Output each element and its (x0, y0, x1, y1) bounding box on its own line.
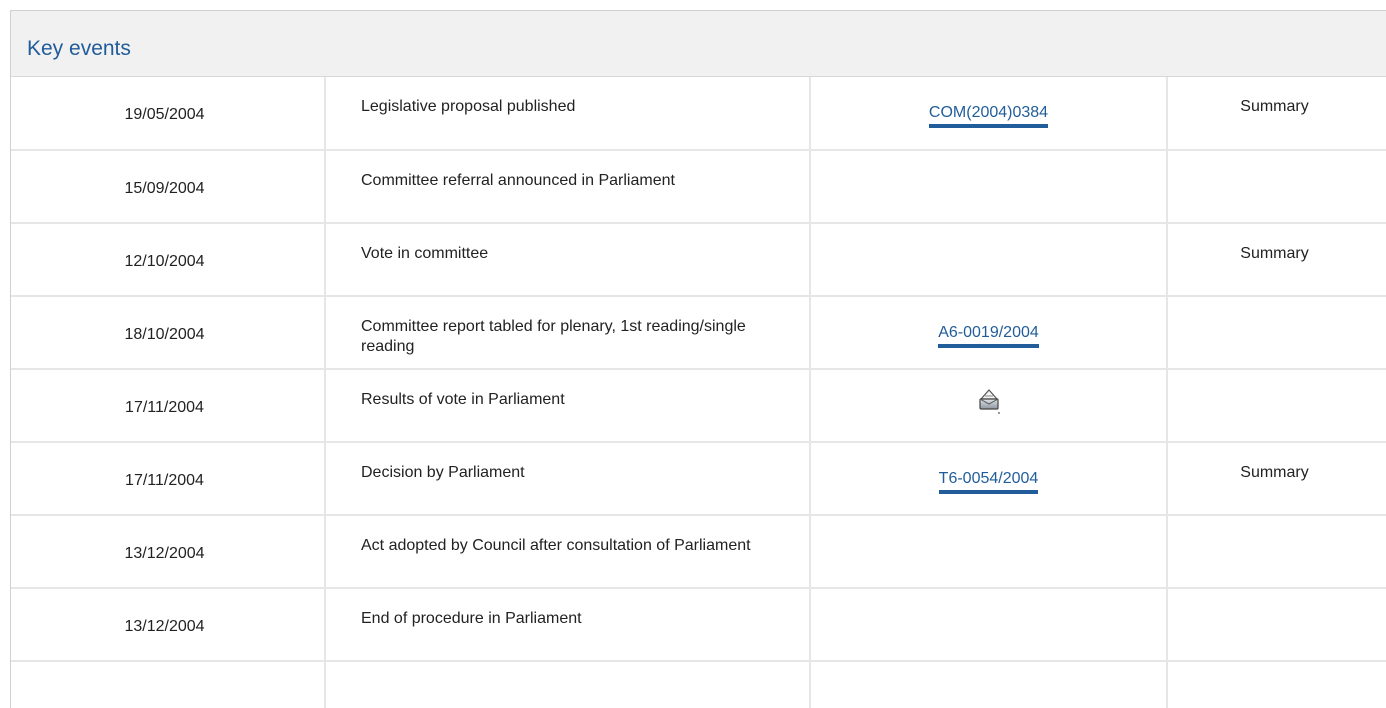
date-cell: 12/10/2004 (11, 223, 326, 297)
document-cell (810, 661, 1168, 708)
summary-cell: Summary (1167, 442, 1386, 516)
key-events-table: 19/05/2004 Legislative proposal publishe… (11, 77, 1386, 708)
event-description: Committee report tabled for plenary, 1st… (361, 318, 746, 355)
event-cell: Committee report tabled for plenary, 1st… (325, 296, 811, 370)
document-link[interactable]: T6-0054/2004 (938, 470, 1039, 494)
summary-cell (1167, 296, 1386, 370)
document-link[interactable]: COM(2004)0384 (928, 104, 1049, 128)
event-cell: Act adopted by Council after consultatio… (325, 515, 811, 589)
date-cell: 15/09/2004 (11, 150, 326, 224)
summary-cell (1167, 588, 1386, 662)
key-events-panel: Key events 19/05/2004 Legislative propos… (10, 10, 1386, 708)
document-cell (810, 150, 1168, 224)
summary-link[interactable]: Summary (1240, 224, 1308, 264)
summary-link[interactable]: Summary (1240, 77, 1308, 117)
date-cell (11, 661, 326, 708)
event-description: Legislative proposal published (361, 98, 576, 115)
date-cell: 19/05/2004 (11, 77, 326, 151)
event-cell (325, 661, 811, 708)
event-cell: Decision by Parliament (325, 442, 811, 516)
event-description: Act adopted by Council after consultatio… (361, 537, 751, 554)
event-cell: Committee referral announced in Parliame… (325, 150, 811, 224)
document-cell: T6-0054/2004 (810, 442, 1168, 516)
event-description: Vote in committee (361, 245, 489, 262)
summary-cell: Summary (1167, 77, 1386, 151)
event-date: 15/09/2004 (124, 180, 205, 197)
table-row: 17/11/2004 Decision by Parliament T6-005… (11, 442, 1386, 516)
event-description: Decision by Parliament (361, 464, 525, 481)
summary-cell: Summary (1167, 223, 1386, 297)
date-cell: 18/10/2004 (11, 296, 326, 370)
event-date: 17/11/2004 (125, 399, 204, 416)
document-cell: A6-0019/2004 (810, 296, 1168, 370)
event-cell: End of procedure in Parliament (325, 588, 811, 662)
document-cell (810, 369, 1168, 443)
event-date: 17/11/2004 (125, 472, 204, 489)
date-cell: 17/11/2004 (11, 369, 326, 443)
table-row: 13/12/2004 Act adopted by Council after … (11, 515, 1386, 589)
document-cell: COM(2004)0384 (810, 77, 1168, 151)
event-date: 19/05/2004 (124, 106, 205, 123)
panel-header: Key events (11, 11, 1386, 77)
table-row: 12/10/2004 Vote in committee Summary (11, 223, 1386, 297)
event-description: Committee referral announced in Parliame… (361, 172, 675, 189)
event-description: Results of vote in Parliament (361, 391, 565, 408)
table-row: 19/05/2004 Legislative proposal publishe… (11, 77, 1386, 151)
event-cell: Legislative proposal published (325, 77, 811, 151)
summary-cell (1167, 515, 1386, 589)
event-description: End of procedure in Parliament (361, 610, 582, 627)
table-row: 17/11/2004 Results of vote in Parliament (11, 369, 1386, 443)
table-row (11, 661, 1386, 708)
event-date: 13/12/2004 (124, 545, 205, 562)
document-cell (810, 515, 1168, 589)
event-date: 12/10/2004 (124, 253, 205, 270)
date-cell: 13/12/2004 (11, 515, 326, 589)
table-row: 18/10/2004 Committee report tabled for p… (11, 296, 1386, 370)
section-title: Key events (27, 37, 131, 60)
date-cell: 17/11/2004 (11, 442, 326, 516)
summary-cell (1167, 369, 1386, 443)
date-cell: 13/12/2004 (11, 588, 326, 662)
document-cell (810, 223, 1168, 297)
table-row: 15/09/2004 Committee referral announced … (11, 150, 1386, 224)
document-link[interactable]: A6-0019/2004 (938, 324, 1039, 348)
ballot-box-icon[interactable] (978, 388, 1000, 414)
document-cell (810, 588, 1168, 662)
event-date: 13/12/2004 (124, 618, 205, 635)
table-row: 13/12/2004 End of procedure in Parliamen… (11, 588, 1386, 662)
event-cell: Vote in committee (325, 223, 811, 297)
summary-cell (1167, 150, 1386, 224)
event-cell: Results of vote in Parliament (325, 369, 811, 443)
summary-cell (1167, 661, 1386, 708)
summary-link[interactable]: Summary (1240, 443, 1308, 483)
event-date: 18/10/2004 (124, 326, 205, 343)
